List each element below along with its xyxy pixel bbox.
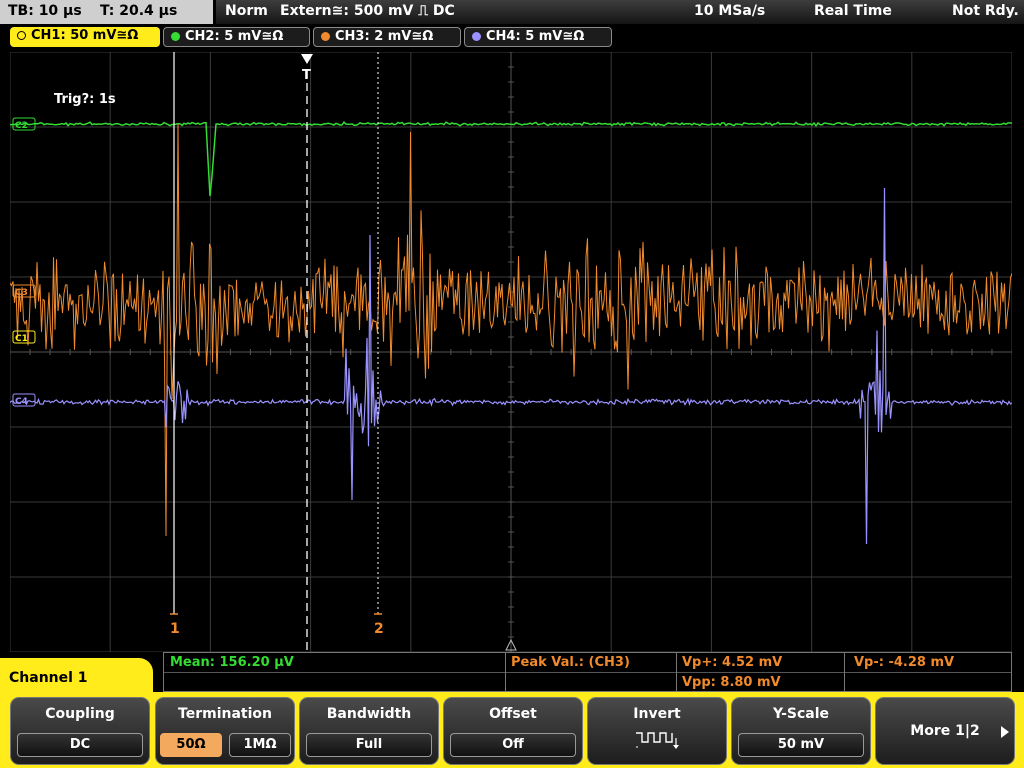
invert-waveform-icon bbox=[636, 732, 679, 749]
more-softkey[interactable]: More 1|2 bbox=[875, 697, 1015, 765]
termination-softkey[interactable]: Termination 50Ω 1MΩ bbox=[155, 697, 295, 765]
sample-rate: 10 MSa/s bbox=[694, 3, 766, 19]
cursor-2-label: 2 bbox=[374, 621, 384, 637]
peak-value-title: Peak Val.: (CH3) bbox=[511, 655, 630, 670]
measurement-divider bbox=[164, 672, 1011, 673]
timebase-label: TB: 10 µs bbox=[8, 3, 82, 19]
trigger-arrow-icon[interactable] bbox=[301, 54, 313, 64]
ch4-level-marker[interactable]: C4 bbox=[12, 393, 36, 407]
vpp-value: Vpp: 8.80 mV bbox=[682, 675, 781, 690]
trigger-info: Trig?: 1s bbox=[54, 92, 116, 107]
timebase-box[interactable]: TB: 10 µs T: 20.4 µs bbox=[0, 0, 213, 24]
vp-minus-value: Vp-: -4.28 mV bbox=[854, 655, 955, 670]
tab-ch1[interactable]: CH1: 50 mV≅Ω bbox=[10, 27, 160, 47]
bandwidth-softkey[interactable]: Bandwidth Full bbox=[299, 697, 439, 765]
more-title: More 1|2 bbox=[910, 723, 980, 739]
yscale-value[interactable]: 50 mV bbox=[738, 733, 864, 757]
tab-ch4-label: CH4: 5 mV≅Ω bbox=[486, 29, 585, 44]
tab-ch2-label: CH2: 5 mV≅Ω bbox=[185, 29, 284, 44]
trigger-mode: Norm bbox=[225, 3, 268, 19]
trigger-marker-label: T bbox=[302, 68, 311, 83]
waveform-display[interactable]: 1 2 T Trig?: 1s C2 C3 C1 C4 bbox=[10, 52, 1012, 652]
bandwidth-title: Bandwidth bbox=[326, 706, 412, 722]
offset-title: Offset bbox=[489, 706, 537, 722]
tab-ch3[interactable]: CH3: 2 mV≅Ω bbox=[313, 27, 461, 47]
svg-text:C4: C4 bbox=[15, 397, 28, 407]
svg-text:C1: C1 bbox=[15, 334, 28, 344]
ch1-indicator-icon bbox=[17, 31, 26, 40]
termination-title: Termination bbox=[178, 706, 272, 722]
termination-50ohm-option[interactable]: 50Ω bbox=[160, 733, 222, 757]
vp-plus-value: Vp+: 4.52 mV bbox=[682, 655, 783, 670]
termination-1mohm-option[interactable]: 1MΩ bbox=[229, 733, 291, 757]
invert-softkey[interactable]: Invert bbox=[587, 697, 727, 765]
svg-text:C2: C2 bbox=[15, 121, 28, 131]
tab-ch4[interactable]: CH4: 5 mV≅Ω bbox=[464, 27, 612, 47]
trigger-source: Extern≅: 500 mV ⎍ DC bbox=[280, 3, 455, 19]
svg-text:C3: C3 bbox=[15, 288, 28, 298]
yscale-title: Y-Scale bbox=[772, 706, 829, 722]
tab-ch1-label: CH1: 50 mV≅Ω bbox=[31, 28, 139, 43]
channel-menu-title: Channel 1 bbox=[9, 670, 88, 686]
ch3-level-marker[interactable]: C3 bbox=[12, 284, 36, 298]
top-status-bar: TB: 10 µs T: 20.4 µs Norm Extern≅: 500 m… bbox=[0, 0, 1024, 24]
more-arrow-icon bbox=[1001, 726, 1009, 738]
tab-ch2[interactable]: CH2: 5 mV≅Ω bbox=[163, 27, 310, 47]
tab-ch3-label: CH3: 2 mV≅Ω bbox=[335, 29, 434, 44]
measurement-divider bbox=[505, 653, 506, 691]
ch1-level-marker[interactable]: C1 bbox=[12, 330, 36, 344]
measurement-divider bbox=[844, 653, 845, 691]
acquisition-status-strip[interactable]: Norm Extern≅: 500 mV ⎍ DC 10 MSa/s Real … bbox=[216, 0, 1024, 24]
yscale-softkey[interactable]: Y-Scale 50 mV bbox=[731, 697, 871, 765]
measurement-divider bbox=[676, 653, 677, 691]
cursor-1-label: 1 bbox=[170, 621, 180, 637]
ch2-indicator-icon bbox=[171, 32, 180, 41]
acquisition-mode: Real Time bbox=[814, 3, 892, 19]
ch3-indicator-icon bbox=[321, 32, 330, 41]
offset-value[interactable]: Off bbox=[450, 733, 576, 757]
measurement-panel[interactable]: Mean: 156.20 µV Peak Val.: (CH3) Vp+: 4.… bbox=[163, 652, 1012, 692]
graticule-grid bbox=[10, 52, 1012, 652]
invert-title: Invert bbox=[633, 706, 681, 722]
bandwidth-value[interactable]: Full bbox=[306, 733, 432, 757]
trigger-time-label: T: 20.4 µs bbox=[100, 3, 178, 19]
ch4-indicator-icon bbox=[472, 32, 481, 41]
offset-softkey[interactable]: Offset Off bbox=[443, 697, 583, 765]
ready-status: Not Rdy. bbox=[952, 3, 1019, 19]
mean-value: Mean: 156.20 µV bbox=[170, 655, 294, 670]
coupling-title: Coupling bbox=[45, 706, 115, 722]
coupling-value[interactable]: DC bbox=[17, 733, 143, 757]
waveform-canvas: 1 2 T Trig?: 1s C2 C3 C1 C4 bbox=[10, 52, 1012, 652]
coupling-softkey[interactable]: Coupling DC bbox=[10, 697, 150, 765]
